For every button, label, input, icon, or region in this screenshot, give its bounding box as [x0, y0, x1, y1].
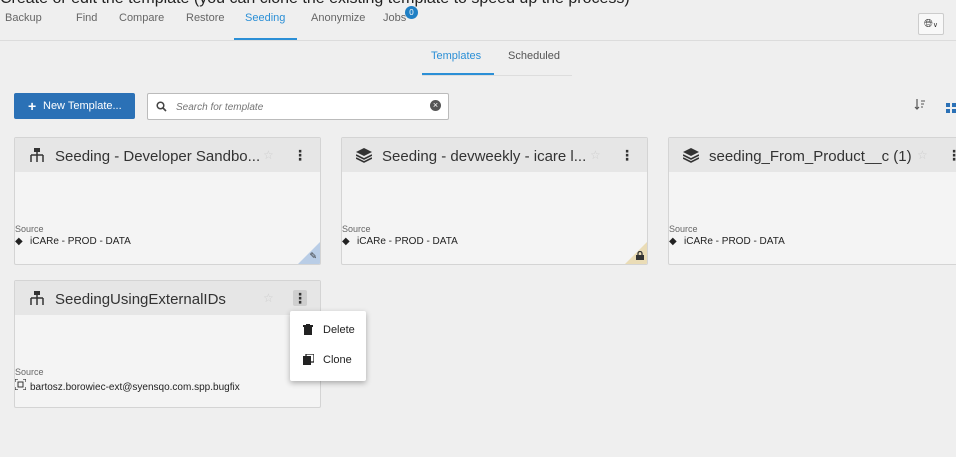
template-card[interactable]: Seeding - Developer Sandbo... ☆ ⋮ Source… — [14, 137, 321, 265]
layers-icon — [355, 148, 373, 168]
search-icon — [156, 99, 167, 117]
nav-backup[interactable]: Backup — [5, 12, 42, 24]
card-title: Seeding - Developer Sandbo... — [55, 148, 261, 165]
sort-icon[interactable] — [914, 98, 926, 113]
source-value: ◆ iCARe - PROD - DATA — [15, 236, 131, 247]
favorite-star-icon[interactable]: ☆ — [590, 148, 601, 162]
menu-item-delete[interactable]: Delete — [290, 317, 366, 343]
source-value: ◆ iCARe - PROD - DATA — [342, 236, 458, 247]
jobs-count-badge: 0 — [405, 6, 418, 19]
grid-view-icon[interactable] — [946, 100, 956, 113]
source-label: Source — [15, 367, 44, 377]
nav-find[interactable]: Find — [76, 12, 97, 24]
template-card[interactable]: seeding_From_Product__c (1) ☆ ⋮ Source ◆… — [668, 137, 956, 265]
menu-item-label: Clone — [323, 354, 352, 366]
template-card[interactable]: Seeding - devweekly - icare l... ☆ ⋮ Sou… — [341, 137, 648, 265]
menu-item-label: Delete — [323, 324, 355, 336]
card-title: Seeding - devweekly - icare l... — [382, 148, 587, 165]
source-label: Source — [669, 224, 698, 234]
new-template-label: New Template... — [43, 100, 122, 112]
source-label: Source — [15, 224, 44, 234]
search-box: × — [147, 93, 449, 120]
diamond-icon: ◆ — [342, 236, 350, 247]
nav-anonymize[interactable]: Anonymize — [311, 12, 365, 24]
lock-icon — [636, 250, 644, 262]
subtabs: Templates Scheduled — [422, 49, 572, 76]
tab-scheduled[interactable]: Scheduled — [508, 50, 560, 62]
card-title: seeding_From_Product__c (1) — [709, 148, 912, 165]
favorite-star-icon[interactable]: ☆ — [917, 148, 928, 162]
kebab-menu-icon[interactable]: ⋮ — [293, 147, 307, 163]
favorite-star-icon[interactable]: ☆ — [263, 148, 274, 162]
search-input[interactable] — [174, 98, 428, 116]
trash-icon — [303, 324, 313, 338]
tab-templates[interactable]: Templates — [431, 50, 481, 62]
nav-seeding[interactable]: Seeding — [245, 12, 285, 24]
globe-menu-button[interactable]: 🌐︎∨ — [918, 13, 944, 35]
source-value: bartosz.borowiec-ext@syensqo.com.spp.bug… — [15, 378, 240, 393]
diamond-icon: ◆ — [15, 236, 23, 247]
card-header: Seeding - devweekly - icare l... ☆ ⋮ — [342, 138, 647, 172]
nav-compare[interactable]: Compare — [119, 12, 164, 24]
active-nav-indicator — [234, 38, 297, 40]
plus-icon: + — [28, 98, 37, 114]
card-header: Seeding - Developer Sandbo... ☆ ⋮ — [15, 138, 320, 172]
hierarchy-icon — [29, 148, 45, 168]
card-context-menu: Delete Clone — [290, 311, 366, 381]
chevron-down-icon: ∨ — [932, 22, 938, 29]
menu-item-clone[interactable]: Clone — [290, 347, 366, 373]
active-tab-indicator — [422, 73, 494, 75]
globe-icon: 🌐︎ — [924, 18, 933, 30]
source-label: Source — [342, 224, 371, 234]
top-navigation: Backup Find Compare Restore Seeding Anon… — [0, 6, 956, 41]
favorite-star-icon[interactable]: ☆ — [263, 291, 274, 305]
diamond-icon: ◆ — [669, 236, 677, 247]
kebab-menu-icon[interactable]: ⋮ — [620, 147, 634, 163]
layers-icon — [682, 148, 700, 168]
kebab-menu-icon[interactable]: ⋮ — [947, 147, 956, 163]
card-header: SeedingUsingExternalIDs ☆ ⋮ — [15, 281, 320, 315]
template-card[interactable]: SeedingUsingExternalIDs ☆ ⋮ Source barto… — [14, 280, 321, 408]
source-value: ◆ iCARe - PROD - DATA — [669, 236, 785, 247]
card-title: SeedingUsingExternalIDs — [55, 291, 226, 308]
clear-search-icon[interactable]: × — [430, 100, 441, 111]
card-header: seeding_From_Product__c (1) ☆ ⋮ — [669, 138, 956, 172]
sandbox-icon — [15, 378, 27, 393]
new-template-button[interactable]: + New Template... — [14, 93, 135, 119]
copy-icon — [303, 353, 315, 368]
nav-jobs[interactable]: Jobs — [383, 12, 406, 24]
kebab-menu-icon[interactable]: ⋮ — [293, 290, 307, 306]
hierarchy-icon — [29, 291, 45, 311]
pencil-icon: ✎ — [309, 251, 317, 261]
nav-restore[interactable]: Restore — [186, 12, 225, 24]
